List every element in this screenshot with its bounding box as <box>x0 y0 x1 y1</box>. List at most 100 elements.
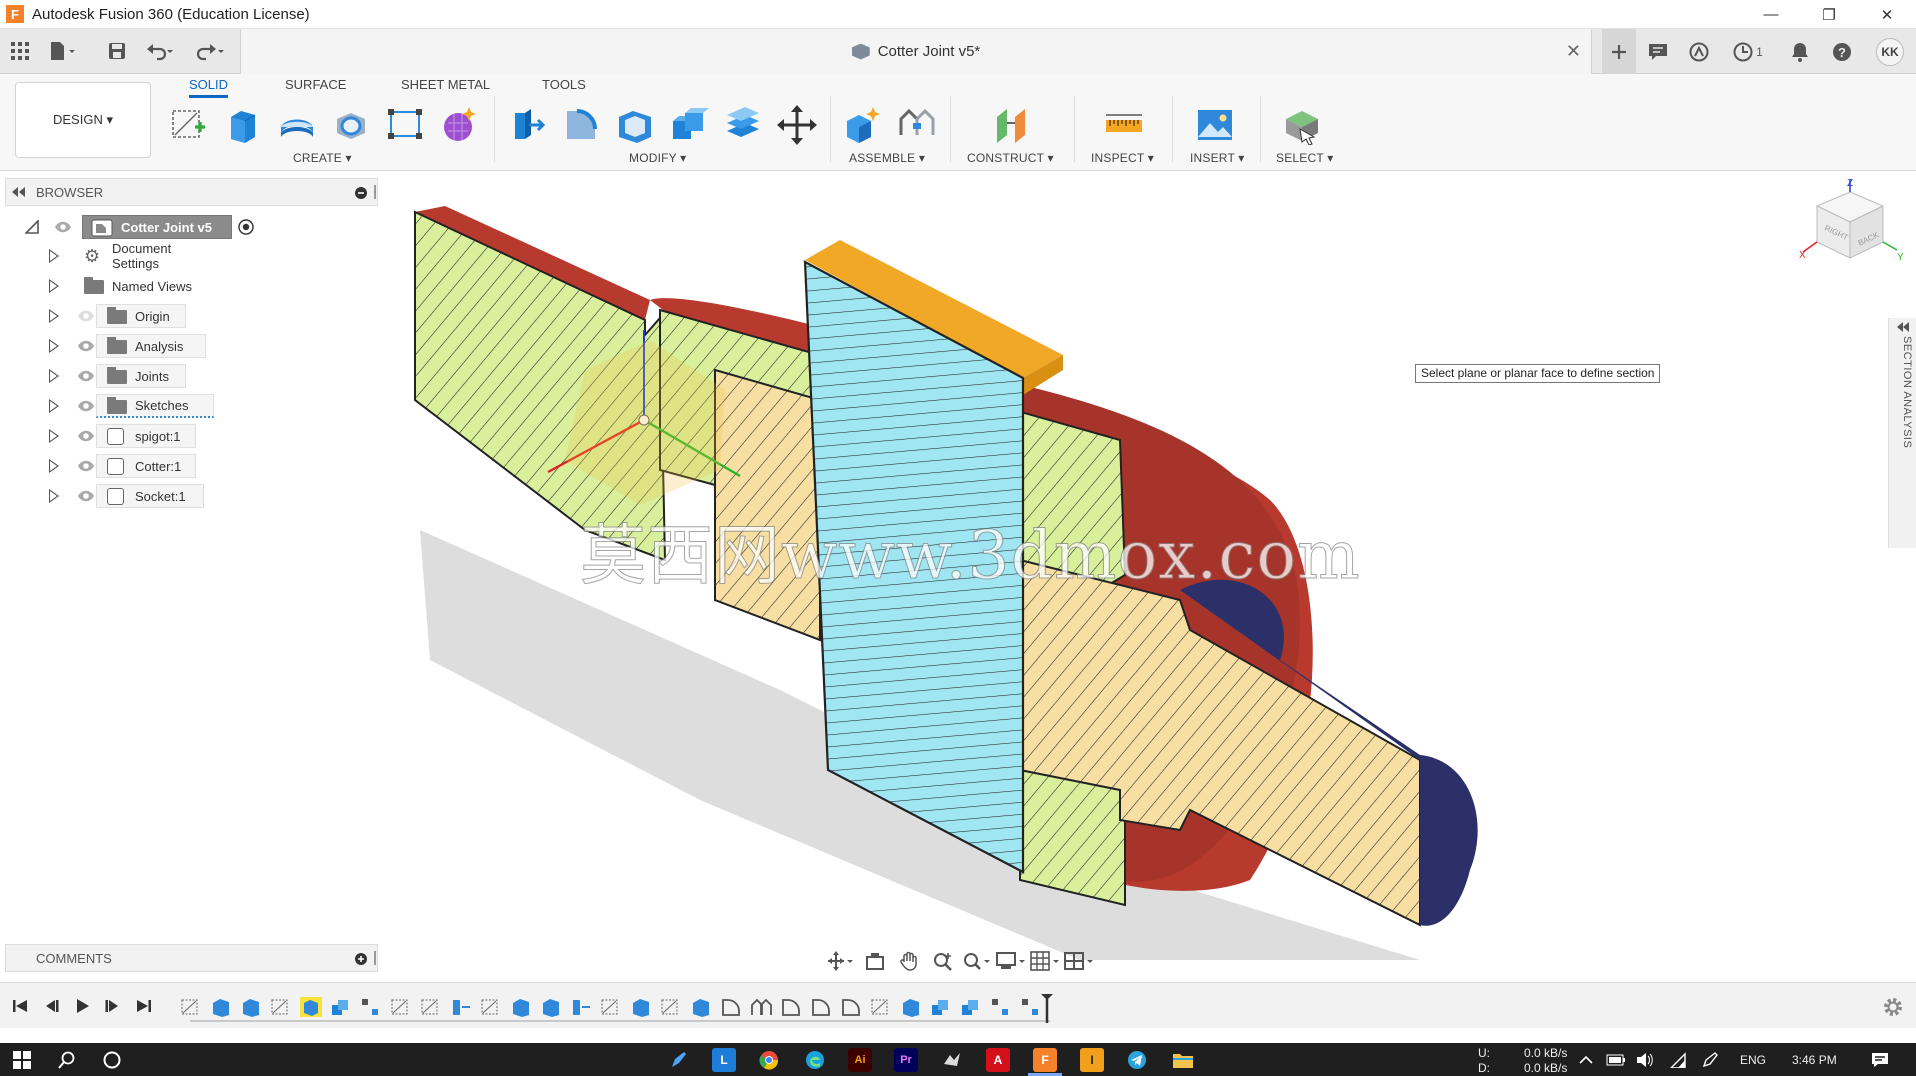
tray-chevron-up-icon[interactable] <box>1574 1048 1598 1072</box>
visibility-eye-icon[interactable] <box>77 340 95 352</box>
create-sketch-tool[interactable] <box>168 104 210 146</box>
workspace-switcher-button[interactable]: DESIGN ▾ <box>15 82 151 158</box>
modify-group-label[interactable]: MODIFY ▾ <box>629 151 686 165</box>
select-tool[interactable] <box>1281 104 1323 146</box>
timeline-extrude-icon[interactable] <box>900 997 922 1017</box>
visibility-eye-icon[interactable] <box>77 370 95 382</box>
timeline-play-icon[interactable] <box>70 995 94 1017</box>
telegram-icon[interactable] <box>1125 1048 1149 1072</box>
comments-panel-header[interactable]: COMMENTS <box>5 944 378 972</box>
app-i-icon[interactable]: I <box>1080 1048 1104 1072</box>
app-grid-icon[interactable] <box>5 37 35 65</box>
wifi-icon[interactable] <box>1665 1048 1689 1072</box>
document-tab[interactable]: Cotter Joint v5* ✕ <box>240 29 1592 74</box>
fillet-tool[interactable] <box>560 104 602 146</box>
timeline-extrude-icon[interactable] <box>540 997 562 1017</box>
timeline-sketch-icon[interactable] <box>660 997 682 1017</box>
fit-zoom-icon[interactable] <box>962 948 992 974</box>
browser-item-socket[interactable]: Socket:1 <box>0 482 380 510</box>
fusion-taskbar-icon[interactable]: F <box>1033 1048 1057 1072</box>
notifications-bell-icon[interactable] <box>1786 38 1814 66</box>
look-at-icon[interactable] <box>860 948 890 974</box>
timeline-sketch-icon[interactable] <box>600 997 622 1017</box>
visibility-eye-icon[interactable] <box>77 460 95 472</box>
timeline-joint-icon[interactable] <box>750 997 772 1017</box>
panel-grip[interactable] <box>374 185 376 199</box>
select-group-label[interactable]: SELECT ▾ <box>1276 151 1333 165</box>
timeline-sketch-icon[interactable] <box>870 997 892 1017</box>
file-explorer-icon[interactable] <box>1171 1048 1195 1072</box>
timeline-extrude-icon[interactable] <box>510 997 532 1017</box>
action-center-icon[interactable] <box>1868 1048 1892 1072</box>
combine-tool[interactable] <box>668 104 710 146</box>
acrobat-icon[interactable]: A <box>986 1048 1010 1072</box>
inspect-group-label[interactable]: INSPECT ▾ <box>1091 151 1154 165</box>
shell-tool[interactable] <box>614 104 656 146</box>
zoom-icon[interactable] <box>928 948 958 974</box>
browser-header[interactable]: BROWSER <box>5 178 378 206</box>
windows-start-icon[interactable] <box>10 1048 34 1072</box>
timeline-step-back-icon[interactable] <box>40 995 64 1017</box>
volume-icon[interactable] <box>1633 1048 1657 1072</box>
timeline-fillet-icon[interactable] <box>840 997 862 1017</box>
app-pen-icon[interactable] <box>667 1048 691 1072</box>
keyboard-language[interactable]: ENG <box>1740 1053 1766 1067</box>
joint-tool[interactable] <box>896 104 938 146</box>
tab-sheet-metal[interactable]: SHEET METAL <box>401 74 490 98</box>
chrome-icon[interactable] <box>757 1048 781 1072</box>
create-form-tool[interactable] <box>438 104 480 146</box>
close-window-button[interactable]: ✕ <box>1858 0 1916 29</box>
press-pull-tool[interactable] <box>506 104 548 146</box>
minimize-button[interactable]: — <box>1742 0 1800 29</box>
grid-settings-icon[interactable] <box>1030 948 1060 974</box>
viewports-icon[interactable] <box>1064 948 1094 974</box>
timeline-track[interactable] <box>190 1020 1050 1022</box>
named-views-node[interactable]: Named Views <box>73 274 209 298</box>
browser-item-cotter[interactable]: Cotter:1 <box>0 452 380 480</box>
timeline-pattern-icon[interactable] <box>1020 997 1042 1017</box>
job-status-icon[interactable]: 1 <box>1727 38 1769 66</box>
timeline-sketch-icon[interactable] <box>270 997 292 1017</box>
clock-time[interactable]: 3:46 PM <box>1792 1053 1837 1067</box>
assemble-group-label[interactable]: ASSEMBLE ▾ <box>849 151 925 165</box>
activate-component-icon[interactable] <box>238 219 254 235</box>
pen-workspace-icon[interactable] <box>1698 1048 1722 1072</box>
undo-icon[interactable] <box>145 37 175 65</box>
view-cube[interactable]: Z X Y RIGHT BACK <box>1795 178 1905 288</box>
root-component-node[interactable]: Cotter Joint v5 <box>82 215 232 239</box>
cotter-body-node[interactable]: Cotter:1 <box>96 454 196 478</box>
spigot-body-node[interactable]: spigot:1 <box>96 424 196 448</box>
extensions-icon[interactable] <box>1685 38 1713 66</box>
create-group-label[interactable]: CREATE ▾ <box>293 151 352 165</box>
timeline-fillet-icon[interactable] <box>720 997 742 1017</box>
timeline-fillet-icon[interactable] <box>810 997 832 1017</box>
construct-group-label[interactable]: CONSTRUCT ▾ <box>967 151 1054 165</box>
timeline-pattern-icon[interactable] <box>990 997 1012 1017</box>
collapse-browser-icon[interactable] <box>12 187 26 197</box>
display-settings-icon[interactable] <box>996 948 1026 974</box>
cortana-icon[interactable] <box>100 1048 124 1072</box>
timeline-go-start-icon[interactable] <box>8 995 32 1017</box>
tab-solid[interactable]: SOLID <box>189 74 229 98</box>
illustrator-icon[interactable]: Ai <box>848 1048 872 1072</box>
browser-item-spigot[interactable]: spigot:1 <box>0 422 380 450</box>
timeline-sketch-icon[interactable] <box>480 997 502 1017</box>
hidden-eye-icon[interactable] <box>77 310 95 322</box>
revolve-tool[interactable] <box>276 104 318 146</box>
timeline-combine-icon[interactable] <box>960 997 982 1017</box>
tab-tools[interactable]: TOOLS <box>542 74 586 98</box>
timeline-settings-gear-icon[interactable] <box>1882 996 1904 1021</box>
timeline-pattern-icon[interactable] <box>360 997 382 1017</box>
visibility-eye-icon[interactable] <box>77 400 95 412</box>
browser-item-joints[interactable]: Joints <box>0 362 380 390</box>
expanded-triangle-icon[interactable] <box>25 220 39 234</box>
new-tab-icon[interactable] <box>1602 29 1636 74</box>
sketches-node[interactable]: Sketches <box>96 394 214 418</box>
extrude-tool[interactable] <box>222 104 264 146</box>
offset-plane-tool[interactable] <box>990 104 1032 146</box>
premiere-icon[interactable]: Pr <box>894 1048 918 1072</box>
insert-group-label[interactable]: INSERT ▾ <box>1190 151 1245 165</box>
browser-root-row[interactable]: Cotter Joint v5 <box>0 213 380 241</box>
browser-item-analysis[interactable]: Analysis <box>0 332 380 360</box>
help-icon[interactable]: ? <box>1828 38 1856 66</box>
